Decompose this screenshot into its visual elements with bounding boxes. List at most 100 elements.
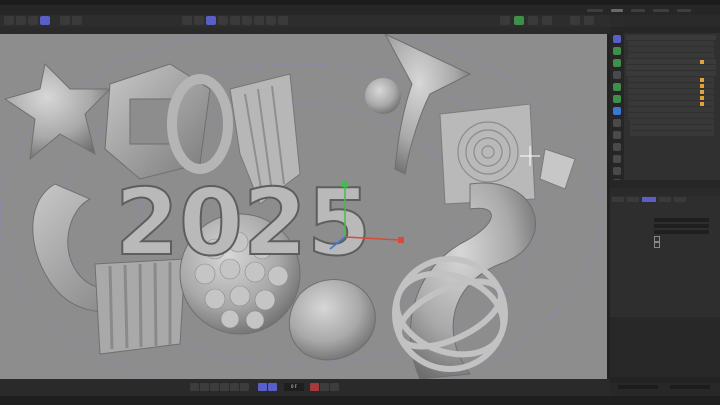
deformer-icon[interactable]: [613, 95, 621, 103]
attribute-field[interactable]: [654, 218, 709, 222]
material-tag-icon[interactable]: [700, 60, 704, 64]
sphere-icon[interactable]: [500, 16, 510, 25]
list-item[interactable]: [628, 41, 714, 46]
material-icon[interactable]: [613, 167, 621, 175]
viewport-menu: ​: [0, 27, 610, 34]
grid-icon[interactable]: [584, 16, 594, 25]
frame-field[interactable]: 0 F: [284, 383, 304, 391]
list-item[interactable]: [628, 107, 714, 112]
material-tag-icon[interactable]: [700, 84, 704, 88]
tab[interactable]: [674, 197, 686, 202]
prev-key-icon[interactable]: [200, 383, 209, 391]
tag-icon[interactable]: [266, 16, 276, 25]
layers-icon[interactable]: [514, 16, 524, 25]
select-icon[interactable]: [40, 16, 50, 25]
list-item[interactable]: [628, 53, 714, 58]
year-text: 2025: [115, 169, 371, 276]
camera-icon[interactable]: [613, 131, 621, 139]
list-item[interactable]: [628, 113, 714, 118]
object-manager-header: [624, 15, 720, 27]
render-view-icon[interactable]: [528, 16, 538, 25]
list-item[interactable]: [630, 125, 714, 130]
pen-icon[interactable]: [218, 16, 228, 25]
material-tag-icon[interactable]: [700, 78, 704, 82]
loop-icon[interactable]: [258, 383, 267, 391]
key-settings-icon[interactable]: [330, 383, 339, 391]
object-manager: [624, 15, 720, 180]
attribute-fields: [614, 210, 714, 260]
light-icon[interactable]: [613, 143, 621, 151]
coord-field[interactable]: [618, 385, 658, 389]
checkbox[interactable]: [654, 242, 660, 248]
list-item[interactable]: [630, 119, 714, 124]
coordinates-header: [610, 377, 720, 383]
snap-icon[interactable]: [570, 16, 580, 25]
tab[interactable]: [612, 197, 624, 202]
gear-icon[interactable]: [542, 16, 552, 25]
next-frame-icon[interactable]: [230, 383, 239, 391]
main-toolbar: [0, 15, 610, 27]
viewport-scene: 2025: [0, 34, 601, 379]
status-bar: [0, 396, 720, 405]
camera-icon[interactable]: [242, 16, 252, 25]
small-cube: [539, 148, 576, 190]
scale-icon[interactable]: [28, 16, 38, 25]
deformer-icon[interactable]: [230, 16, 240, 25]
list-item[interactable]: [628, 47, 714, 52]
text-icon[interactable]: [613, 71, 621, 79]
attribute-field[interactable]: [654, 224, 709, 228]
coordinates-panel: [610, 317, 720, 396]
play-icon[interactable]: [220, 383, 229, 391]
tab-active[interactable]: [642, 197, 656, 202]
list-item[interactable]: [630, 131, 714, 136]
attribute-header: [610, 180, 720, 188]
key-icon[interactable]: [320, 383, 329, 391]
rotate-icon[interactable]: [16, 16, 26, 25]
field-icon[interactable]: [613, 107, 621, 115]
spline-icon[interactable]: [613, 59, 621, 67]
list-item[interactable]: [626, 71, 716, 76]
object-manager-menu: [624, 27, 720, 33]
layout-tab[interactable]: [631, 8, 645, 12]
attribute-tabs: [612, 197, 718, 203]
layout-tab[interactable]: [653, 8, 669, 12]
tab[interactable]: [659, 197, 671, 202]
material-icon[interactable]: [278, 16, 288, 25]
attribute-field[interactable]: [654, 230, 709, 234]
timeline-controls: 0 F: [0, 379, 610, 396]
autokey-icon[interactable]: [268, 383, 277, 391]
layout-tabs: [583, 5, 695, 15]
light-icon[interactable]: [254, 16, 264, 25]
coord-field[interactable]: [670, 385, 710, 389]
cube-icon[interactable]: [613, 35, 621, 43]
material-tag-icon[interactable]: [700, 90, 704, 94]
list-item[interactable]: [626, 35, 716, 40]
go-end-icon[interactable]: [240, 383, 249, 391]
tab[interactable]: [627, 197, 639, 202]
organic-blob: [288, 279, 376, 361]
material-tag-icon[interactable]: [700, 102, 704, 106]
render-settings-icon[interactable]: [194, 16, 204, 25]
prev-frame-icon[interactable]: [210, 383, 219, 391]
menu-bar: ​: [0, 5, 720, 15]
layout-tab-active[interactable]: [611, 8, 623, 12]
render-icon[interactable]: [182, 16, 192, 25]
list-item[interactable]: [626, 65, 716, 70]
generator-icon[interactable]: [613, 83, 621, 91]
object-list: [626, 35, 716, 175]
record-icon[interactable]: [310, 383, 319, 391]
redo-icon[interactable]: [72, 16, 82, 25]
effector-icon[interactable]: [613, 119, 621, 127]
3d-viewport[interactable]: 2025: [0, 34, 607, 379]
layout-tab[interactable]: [677, 8, 691, 12]
tag-icon[interactable]: [613, 155, 621, 163]
move-icon[interactable]: [4, 16, 14, 25]
go-start-icon[interactable]: [190, 383, 199, 391]
dimpled-sphere: [365, 78, 401, 114]
cube-icon[interactable]: [206, 16, 216, 25]
attribute-title: [610, 188, 720, 196]
material-tag-icon[interactable]: [700, 96, 704, 100]
layout-tab[interactable]: [587, 8, 603, 12]
sphere-icon[interactable]: [613, 47, 621, 55]
undo-icon[interactable]: [60, 16, 70, 25]
